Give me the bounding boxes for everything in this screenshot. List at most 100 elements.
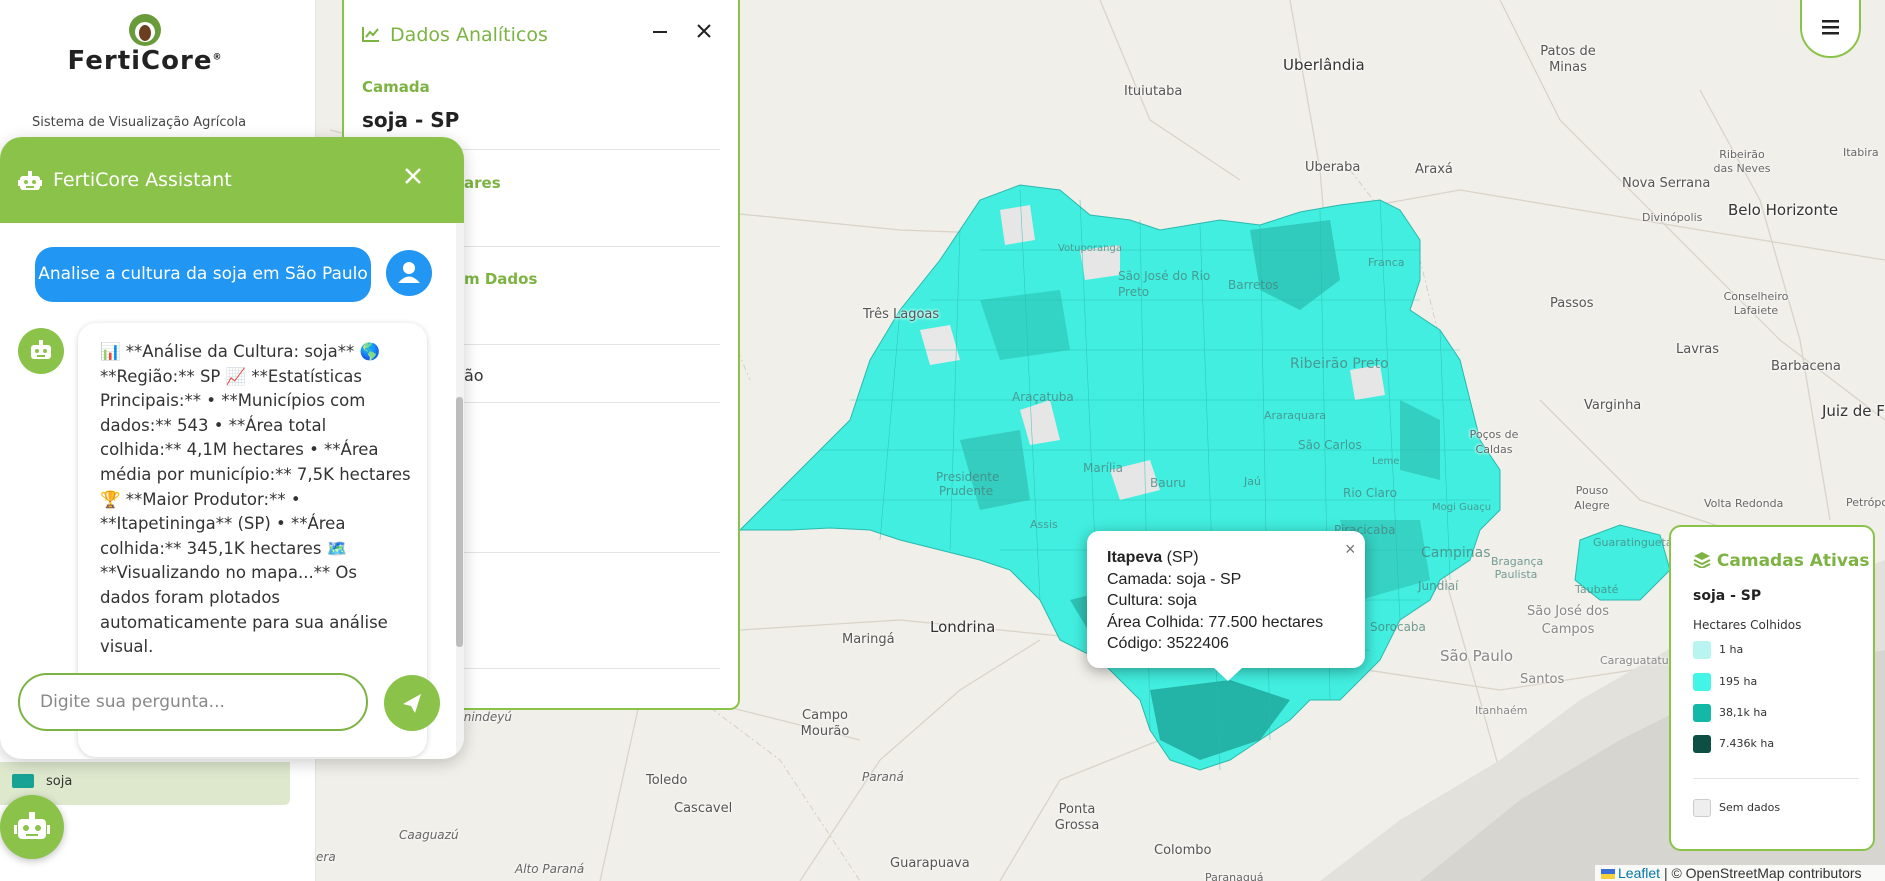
city-label: Itanhaém bbox=[1475, 704, 1528, 717]
ferticore-logo: FertiCore® bbox=[55, 12, 235, 76]
layers-icon bbox=[1693, 551, 1717, 571]
layer-color-swatch bbox=[12, 774, 34, 788]
analytics-title: Dados Analíticos bbox=[390, 24, 548, 46]
legend-swatch bbox=[1693, 798, 1711, 817]
city-label: Passos bbox=[1550, 296, 1594, 311]
bot-avatar-icon bbox=[18, 328, 64, 374]
city-label: Leme bbox=[1372, 456, 1400, 467]
popup-tip bbox=[1214, 668, 1242, 681]
city-label: São Paulo bbox=[1440, 647, 1514, 665]
legend-row: 195 ha bbox=[1693, 671, 1757, 691]
city-label: Marília bbox=[1083, 461, 1123, 475]
legend-swatch bbox=[1693, 672, 1711, 691]
legend-panel: Camadas Ativas soja - SP Hectares Colhid… bbox=[1669, 525, 1875, 851]
city-label: Uberaba bbox=[1305, 160, 1361, 175]
city-label: Ponta Grossa bbox=[1054, 802, 1100, 833]
divider bbox=[1693, 778, 1859, 779]
city-label: Divinópolis bbox=[1642, 211, 1703, 224]
city-label: Varginha bbox=[1584, 398, 1642, 413]
city-label: Santos bbox=[1520, 672, 1565, 687]
legend-row: 38,1k ha bbox=[1693, 702, 1767, 722]
city-label: Itabira bbox=[1843, 146, 1879, 159]
city-label: Paraná bbox=[862, 770, 904, 784]
city-label: Araçatuba bbox=[1012, 390, 1074, 404]
city-label: Londrina bbox=[930, 618, 996, 636]
city-label: Votuporanga bbox=[1058, 243, 1122, 254]
map-attribution: Leaflet | © OpenStreetMap contributors bbox=[1595, 865, 1885, 881]
city-label: Jaú bbox=[1244, 475, 1261, 488]
city-label: Barbacena bbox=[1771, 359, 1841, 374]
chat-close-icon[interactable] bbox=[404, 162, 422, 192]
city-label: Alto Paraná bbox=[515, 862, 585, 876]
city-label: Ribeirão das Neves bbox=[1713, 148, 1771, 175]
chat-scrollbar-thumb[interactable] bbox=[456, 397, 463, 647]
robot-icon bbox=[18, 170, 42, 196]
city-label: Bragança Paulista bbox=[1491, 555, 1544, 581]
legend-layer-name: soja - SP bbox=[1693, 588, 1762, 604]
app-subtitle: Sistema de Visualização Agrícola bbox=[32, 115, 247, 130]
layer-label: soja bbox=[46, 774, 73, 789]
user-avatar-icon bbox=[386, 250, 432, 296]
city-label: era bbox=[316, 850, 336, 864]
city-label: Pouso Alegre bbox=[1574, 484, 1610, 512]
city-label: Poços de Caldas bbox=[1469, 428, 1519, 456]
close-icon[interactable] bbox=[696, 20, 712, 45]
chat-window: FertiCore Assistant Analise a cultura da… bbox=[0, 137, 464, 759]
city-label: Guarapuava bbox=[890, 856, 970, 871]
city-label: Araxá bbox=[1415, 162, 1453, 177]
city-label: Ituiutaba bbox=[1124, 84, 1183, 99]
legend-label: 195 ha bbox=[1719, 675, 1758, 688]
send-icon bbox=[403, 694, 421, 713]
legend-row: Sem dados bbox=[1693, 797, 1780, 817]
menu-button[interactable] bbox=[1800, 0, 1861, 58]
city-label: Ribeirão Preto bbox=[1290, 356, 1389, 372]
legend-label: 38,1k ha bbox=[1719, 706, 1768, 719]
chat-toggle-button[interactable] bbox=[0, 795, 64, 859]
city-label: Juiz de Fora bbox=[1822, 402, 1885, 420]
city-label: Conselheiro Lafaiete bbox=[1723, 290, 1789, 317]
hamburger-icon bbox=[1822, 20, 1839, 35]
city-label: Lavras bbox=[1676, 342, 1719, 357]
legend-label: 7.436k ha bbox=[1719, 737, 1775, 750]
legend-swatch bbox=[1693, 703, 1711, 722]
city-label: Araraquara bbox=[1264, 409, 1327, 422]
app: Uberlândia Ituiutaba Uberaba Araxá Patos… bbox=[0, 0, 1885, 881]
legend-header: Camadas Ativas bbox=[1693, 551, 1870, 571]
city-label: Toledo bbox=[646, 773, 688, 788]
logo-text: FertiCore bbox=[67, 46, 213, 76]
layer-label: Camada bbox=[362, 78, 430, 96]
popup-close-icon[interactable]: × bbox=[1345, 539, 1356, 561]
city-label: Nova Serrana bbox=[1622, 176, 1711, 191]
legend-title: Camadas Ativas bbox=[1716, 551, 1870, 571]
section-label: m Dados bbox=[464, 270, 538, 288]
section-label: ares bbox=[464, 174, 501, 192]
city-label: Caaguazú bbox=[399, 828, 459, 842]
city-label: Maringá bbox=[842, 632, 895, 647]
ukraine-flag-icon bbox=[1601, 869, 1615, 879]
city-label: Três Lagoas bbox=[863, 307, 940, 322]
legend-label: 1 ha bbox=[1719, 643, 1744, 656]
user-message: Analise a cultura da soja em São Paulo bbox=[35, 247, 371, 302]
minimize-icon[interactable] bbox=[652, 20, 668, 45]
city-label: Franca bbox=[1368, 256, 1405, 269]
popup-crop: Cultura: soja bbox=[1107, 592, 1197, 609]
city-label: Jundiaí bbox=[1418, 579, 1459, 593]
legend-swatch bbox=[1693, 734, 1711, 753]
send-button[interactable] bbox=[384, 675, 440, 731]
popup-layer: Camada: soja - SP bbox=[1107, 570, 1242, 588]
legend-label: Sem dados bbox=[1719, 801, 1781, 814]
city-label: São José do Rio Preto bbox=[1118, 269, 1211, 299]
layer-value: soja - SP bbox=[362, 108, 460, 132]
popup-state: (SP) bbox=[1166, 549, 1199, 566]
legend-row: 1 ha bbox=[1693, 639, 1743, 659]
city-label: Assis bbox=[1030, 518, 1058, 531]
city-label: Colombo bbox=[1154, 843, 1212, 858]
chat-input[interactable] bbox=[18, 673, 368, 731]
legend-row: 7.436k ha bbox=[1693, 733, 1774, 753]
city-label: Presidente Prudente bbox=[936, 470, 1000, 498]
line-chart-icon bbox=[362, 24, 384, 46]
popup-area: Área Colhida: 77.500 hectares bbox=[1107, 613, 1324, 631]
city-label: Campo Mourão bbox=[800, 708, 850, 739]
city-label: Bauru bbox=[1150, 476, 1186, 490]
leaflet-link[interactable]: Leaflet bbox=[1618, 865, 1660, 881]
